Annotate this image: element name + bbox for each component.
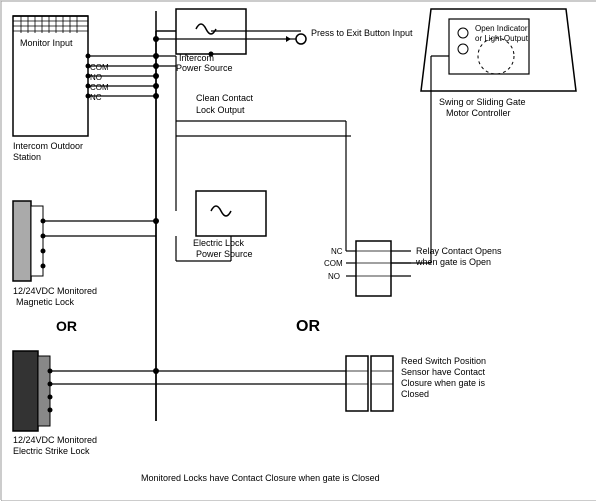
- svg-text:NO: NO: [90, 73, 102, 82]
- svg-text:Clean Contact: Clean Contact: [196, 93, 254, 103]
- svg-text:Power Source: Power Source: [196, 249, 253, 259]
- svg-text:Closed: Closed: [401, 389, 429, 399]
- wiring-diagram: Monitor Input COM NO COM NC Intercom Out…: [0, 0, 596, 500]
- svg-text:Power Source: Power Source: [176, 63, 233, 73]
- svg-text:Intercom Outdoor: Intercom Outdoor: [13, 141, 83, 151]
- svg-text:Electric Strike Lock: Electric Strike Lock: [13, 446, 90, 456]
- svg-text:Closure when gate is: Closure when gate is: [401, 378, 486, 388]
- svg-text:when gate is Open: when gate is Open: [415, 257, 491, 267]
- svg-text:Monitor Input: Monitor Input: [20, 38, 73, 48]
- svg-text:COM: COM: [90, 63, 109, 72]
- svg-text:12/24VDC Monitored: 12/24VDC Monitored: [13, 286, 97, 296]
- svg-text:Electric Lock: Electric Lock: [193, 238, 245, 248]
- svg-text:COM: COM: [324, 259, 343, 268]
- svg-text:Station: Station: [13, 152, 41, 162]
- svg-text:or Light Output: or Light Output: [475, 34, 529, 43]
- svg-text:OR: OR: [296, 318, 320, 335]
- svg-text:OR: OR: [56, 318, 77, 334]
- svg-text:Reed Switch Position: Reed Switch Position: [401, 356, 486, 366]
- svg-text:Lock Output: Lock Output: [196, 105, 245, 115]
- svg-text:COM: COM: [90, 83, 109, 92]
- svg-text:Monitored Locks have Contact C: Monitored Locks have Contact Closure whe…: [141, 473, 380, 483]
- svg-text:Swing or Sliding Gate: Swing or Sliding Gate: [439, 97, 526, 107]
- svg-text:Sensor have Contact: Sensor have Contact: [401, 367, 486, 377]
- svg-text:NC: NC: [90, 93, 102, 102]
- svg-text:Magnetic Lock: Magnetic Lock: [16, 297, 75, 307]
- svg-text:Press to Exit Button Input: Press to Exit Button Input: [311, 28, 413, 38]
- svg-text:NC: NC: [331, 247, 343, 256]
- svg-text:Open Indicator: Open Indicator: [475, 24, 528, 33]
- svg-text:12/24VDC Monitored: 12/24VDC Monitored: [13, 435, 97, 445]
- svg-text:Motor Controller: Motor Controller: [446, 108, 511, 118]
- svg-text:NO: NO: [328, 272, 340, 281]
- svg-text:Relay Contact Opens: Relay Contact Opens: [416, 246, 502, 256]
